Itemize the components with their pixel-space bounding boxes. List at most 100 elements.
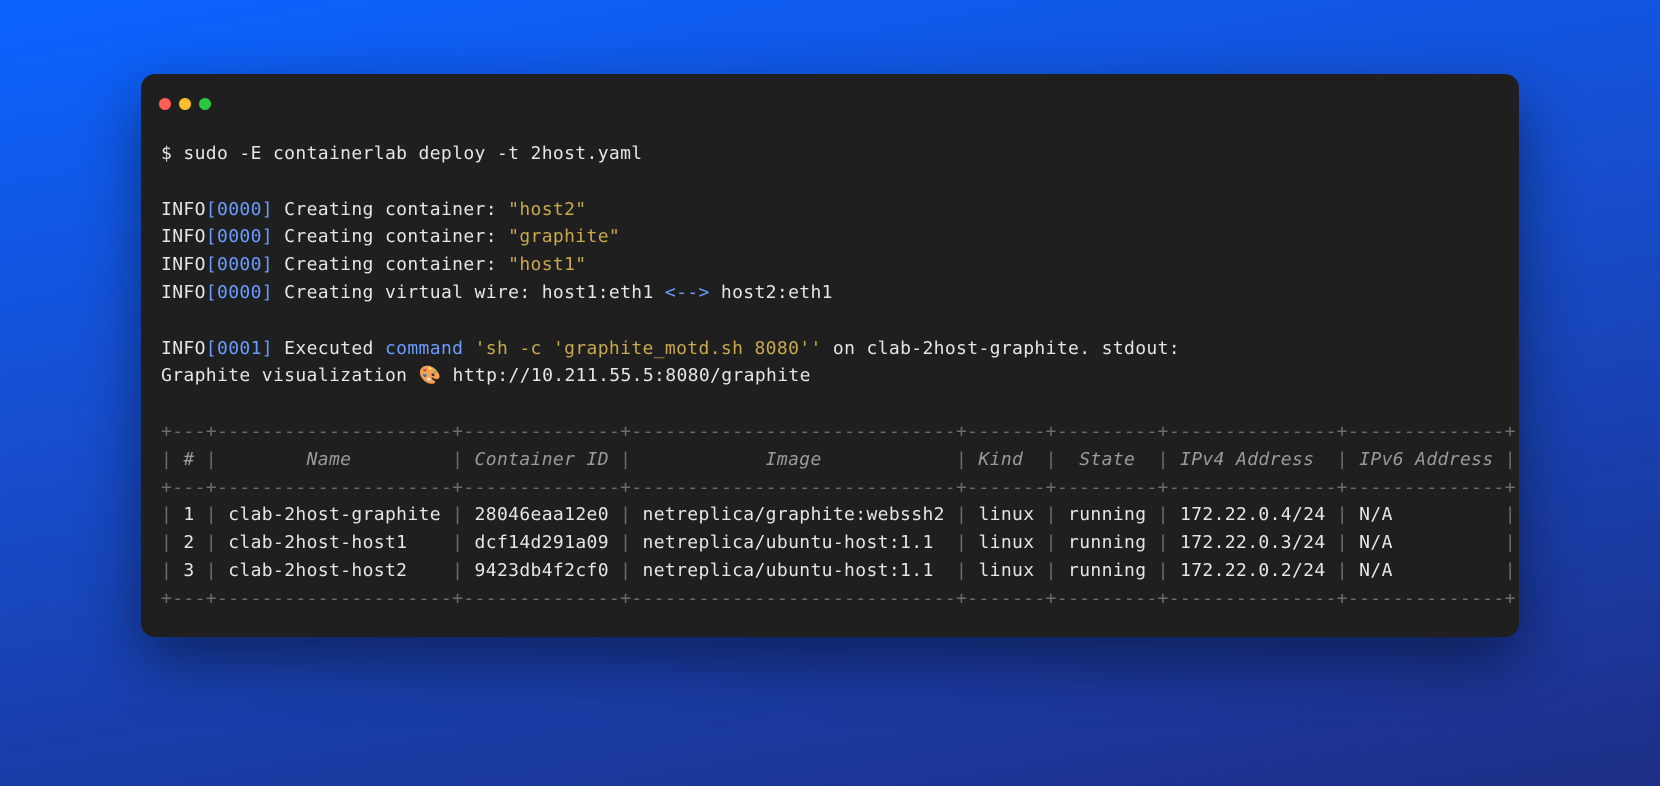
terminal-output: $ sudo -E containerlab deploy -t 2host.y… xyxy=(141,126,1519,613)
table-border: +---+---------------------+-------------… xyxy=(161,477,1516,498)
terminal-window: $ sudo -E containerlab deploy -t 2host.y… xyxy=(141,74,1519,637)
th-state: State xyxy=(1068,449,1146,470)
minimize-icon[interactable] xyxy=(179,98,191,110)
log-tag: INFO xyxy=(161,338,206,359)
vis-label: Graphite visualization xyxy=(161,365,419,386)
td-ipv6: N/A xyxy=(1359,504,1493,525)
log-timestamp: [0000] xyxy=(206,254,273,275)
td-kind: linux xyxy=(978,560,1034,581)
wire-arrow: <--> xyxy=(665,282,710,303)
td-name: clab-2host-host1 xyxy=(228,532,441,553)
sep: | xyxy=(1326,560,1360,581)
log-line-create-2: INFO[0000] Creating container: "host1" xyxy=(161,251,1499,279)
sep: | xyxy=(609,560,643,581)
maximize-icon[interactable] xyxy=(199,98,211,110)
close-icon[interactable] xyxy=(159,98,171,110)
palette-icon: 🎨 xyxy=(419,365,442,386)
sep: | xyxy=(441,504,475,525)
prompt-line: $ sudo -E containerlab deploy -t 2host.y… xyxy=(161,140,1499,168)
td-kind: linux xyxy=(978,532,1034,553)
log-text: host2:eth1 xyxy=(710,282,833,303)
th-ipv4: IPv4 Address xyxy=(1180,449,1326,470)
vis-url: http://10.211.55.5:8080/graphite xyxy=(441,365,811,386)
sep: | xyxy=(1034,449,1068,470)
log-text: Creating container: xyxy=(273,254,508,275)
sep: | xyxy=(1494,449,1516,470)
blank-line xyxy=(161,310,172,331)
sep: | xyxy=(161,560,183,581)
sep: | xyxy=(195,504,229,525)
sep: | xyxy=(945,560,979,581)
log-text: on clab-2host-graphite. stdout: xyxy=(822,338,1180,359)
td-ipv6: N/A xyxy=(1359,532,1493,553)
sep: | xyxy=(1146,560,1180,581)
sep: | xyxy=(1326,449,1360,470)
log-container-name: "host2" xyxy=(508,199,586,220)
td-ipv6: N/A xyxy=(1359,560,1493,581)
blank-line xyxy=(161,390,1499,418)
td-num: 2 xyxy=(183,532,194,553)
td-num: 3 xyxy=(183,560,194,581)
log-timestamp: [0001] xyxy=(206,338,273,359)
td-image: netreplica/ubuntu-host:1.1 xyxy=(643,560,945,581)
sep: | xyxy=(1494,560,1516,581)
sep: | xyxy=(441,532,475,553)
td-container-id: 9423db4f2cf0 xyxy=(475,560,609,581)
th-name: Name xyxy=(228,449,441,470)
sep: | xyxy=(161,504,183,525)
window-titlebar xyxy=(141,94,1519,126)
td-state: running xyxy=(1068,532,1146,553)
log-container-name: "graphite" xyxy=(508,226,620,247)
log-tag: INFO xyxy=(161,226,206,247)
sep: | xyxy=(1034,532,1068,553)
th-kind: Kind xyxy=(978,449,1034,470)
table-row-2: | 3 | clab-2host-host2 | 9423db4f2cf0 | … xyxy=(161,557,1499,585)
log-line-exec: INFO[0001] Executed command 'sh -c 'grap… xyxy=(161,335,1499,363)
log-line-create-1: INFO[0000] Creating container: "graphite… xyxy=(161,223,1499,251)
log-line-create-0: INFO[0000] Creating container: "host2" xyxy=(161,196,1499,224)
th-ipv6: IPv6 Address xyxy=(1359,449,1493,470)
log-text: Creating container: xyxy=(273,199,508,220)
sep: | xyxy=(1034,560,1068,581)
table-header-row: | # | Name | Container ID | Image | Kind… xyxy=(161,446,1499,474)
log-text: Creating virtual wire: host1:eth1 xyxy=(273,282,665,303)
td-name: clab-2host-graphite xyxy=(228,504,441,525)
sep: | xyxy=(945,532,979,553)
sep: | xyxy=(609,449,643,470)
sep: | xyxy=(195,449,229,470)
table-border: +---+---------------------+-------------… xyxy=(161,421,1516,442)
sep: | xyxy=(1326,504,1360,525)
sep: | xyxy=(161,532,183,553)
td-ipv4: 172.22.0.2/24 xyxy=(1180,560,1326,581)
td-name: clab-2host-host2 xyxy=(228,560,441,581)
td-state: running xyxy=(1068,504,1146,525)
log-tag: INFO xyxy=(161,199,206,220)
td-container-id: dcf14d291a09 xyxy=(475,532,609,553)
exec-quote: 'sh -c ' xyxy=(475,338,565,359)
td-ipv4: 172.22.0.3/24 xyxy=(1180,532,1326,553)
sep: | xyxy=(1494,532,1516,553)
td-image: netreplica/graphite:webssh2 xyxy=(643,504,945,525)
table-row-0: | 1 | clab-2host-graphite | 28046eaa12e0… xyxy=(161,501,1499,529)
blank-line xyxy=(161,393,172,414)
sep: | xyxy=(1146,449,1180,470)
table-row-1: | 2 | clab-2host-host1 | dcf14d291a09 | … xyxy=(161,529,1499,557)
blank-line xyxy=(161,171,172,192)
log-tag: INFO xyxy=(161,254,206,275)
log-text: Creating container: xyxy=(273,226,508,247)
table-border-line: +---+---------------------+-------------… xyxy=(161,418,1499,446)
log-line-visualization: Graphite visualization 🎨 http://10.211.5… xyxy=(161,362,1499,390)
td-state: running xyxy=(1068,560,1146,581)
table-border: +---+---------------------+-------------… xyxy=(161,588,1516,609)
sep: | xyxy=(195,532,229,553)
sep: | xyxy=(441,560,475,581)
td-num: 1 xyxy=(183,504,194,525)
shell-command: sudo -E containerlab deploy -t 2host.yam… xyxy=(183,143,642,164)
log-tag: INFO xyxy=(161,282,206,303)
td-ipv4: 172.22.0.4/24 xyxy=(1180,504,1326,525)
td-container-id: 28046eaa12e0 xyxy=(475,504,609,525)
sep: | xyxy=(945,504,979,525)
th-image: Image xyxy=(643,449,945,470)
exec-quote: '' xyxy=(799,338,821,359)
sep: | xyxy=(1326,532,1360,553)
